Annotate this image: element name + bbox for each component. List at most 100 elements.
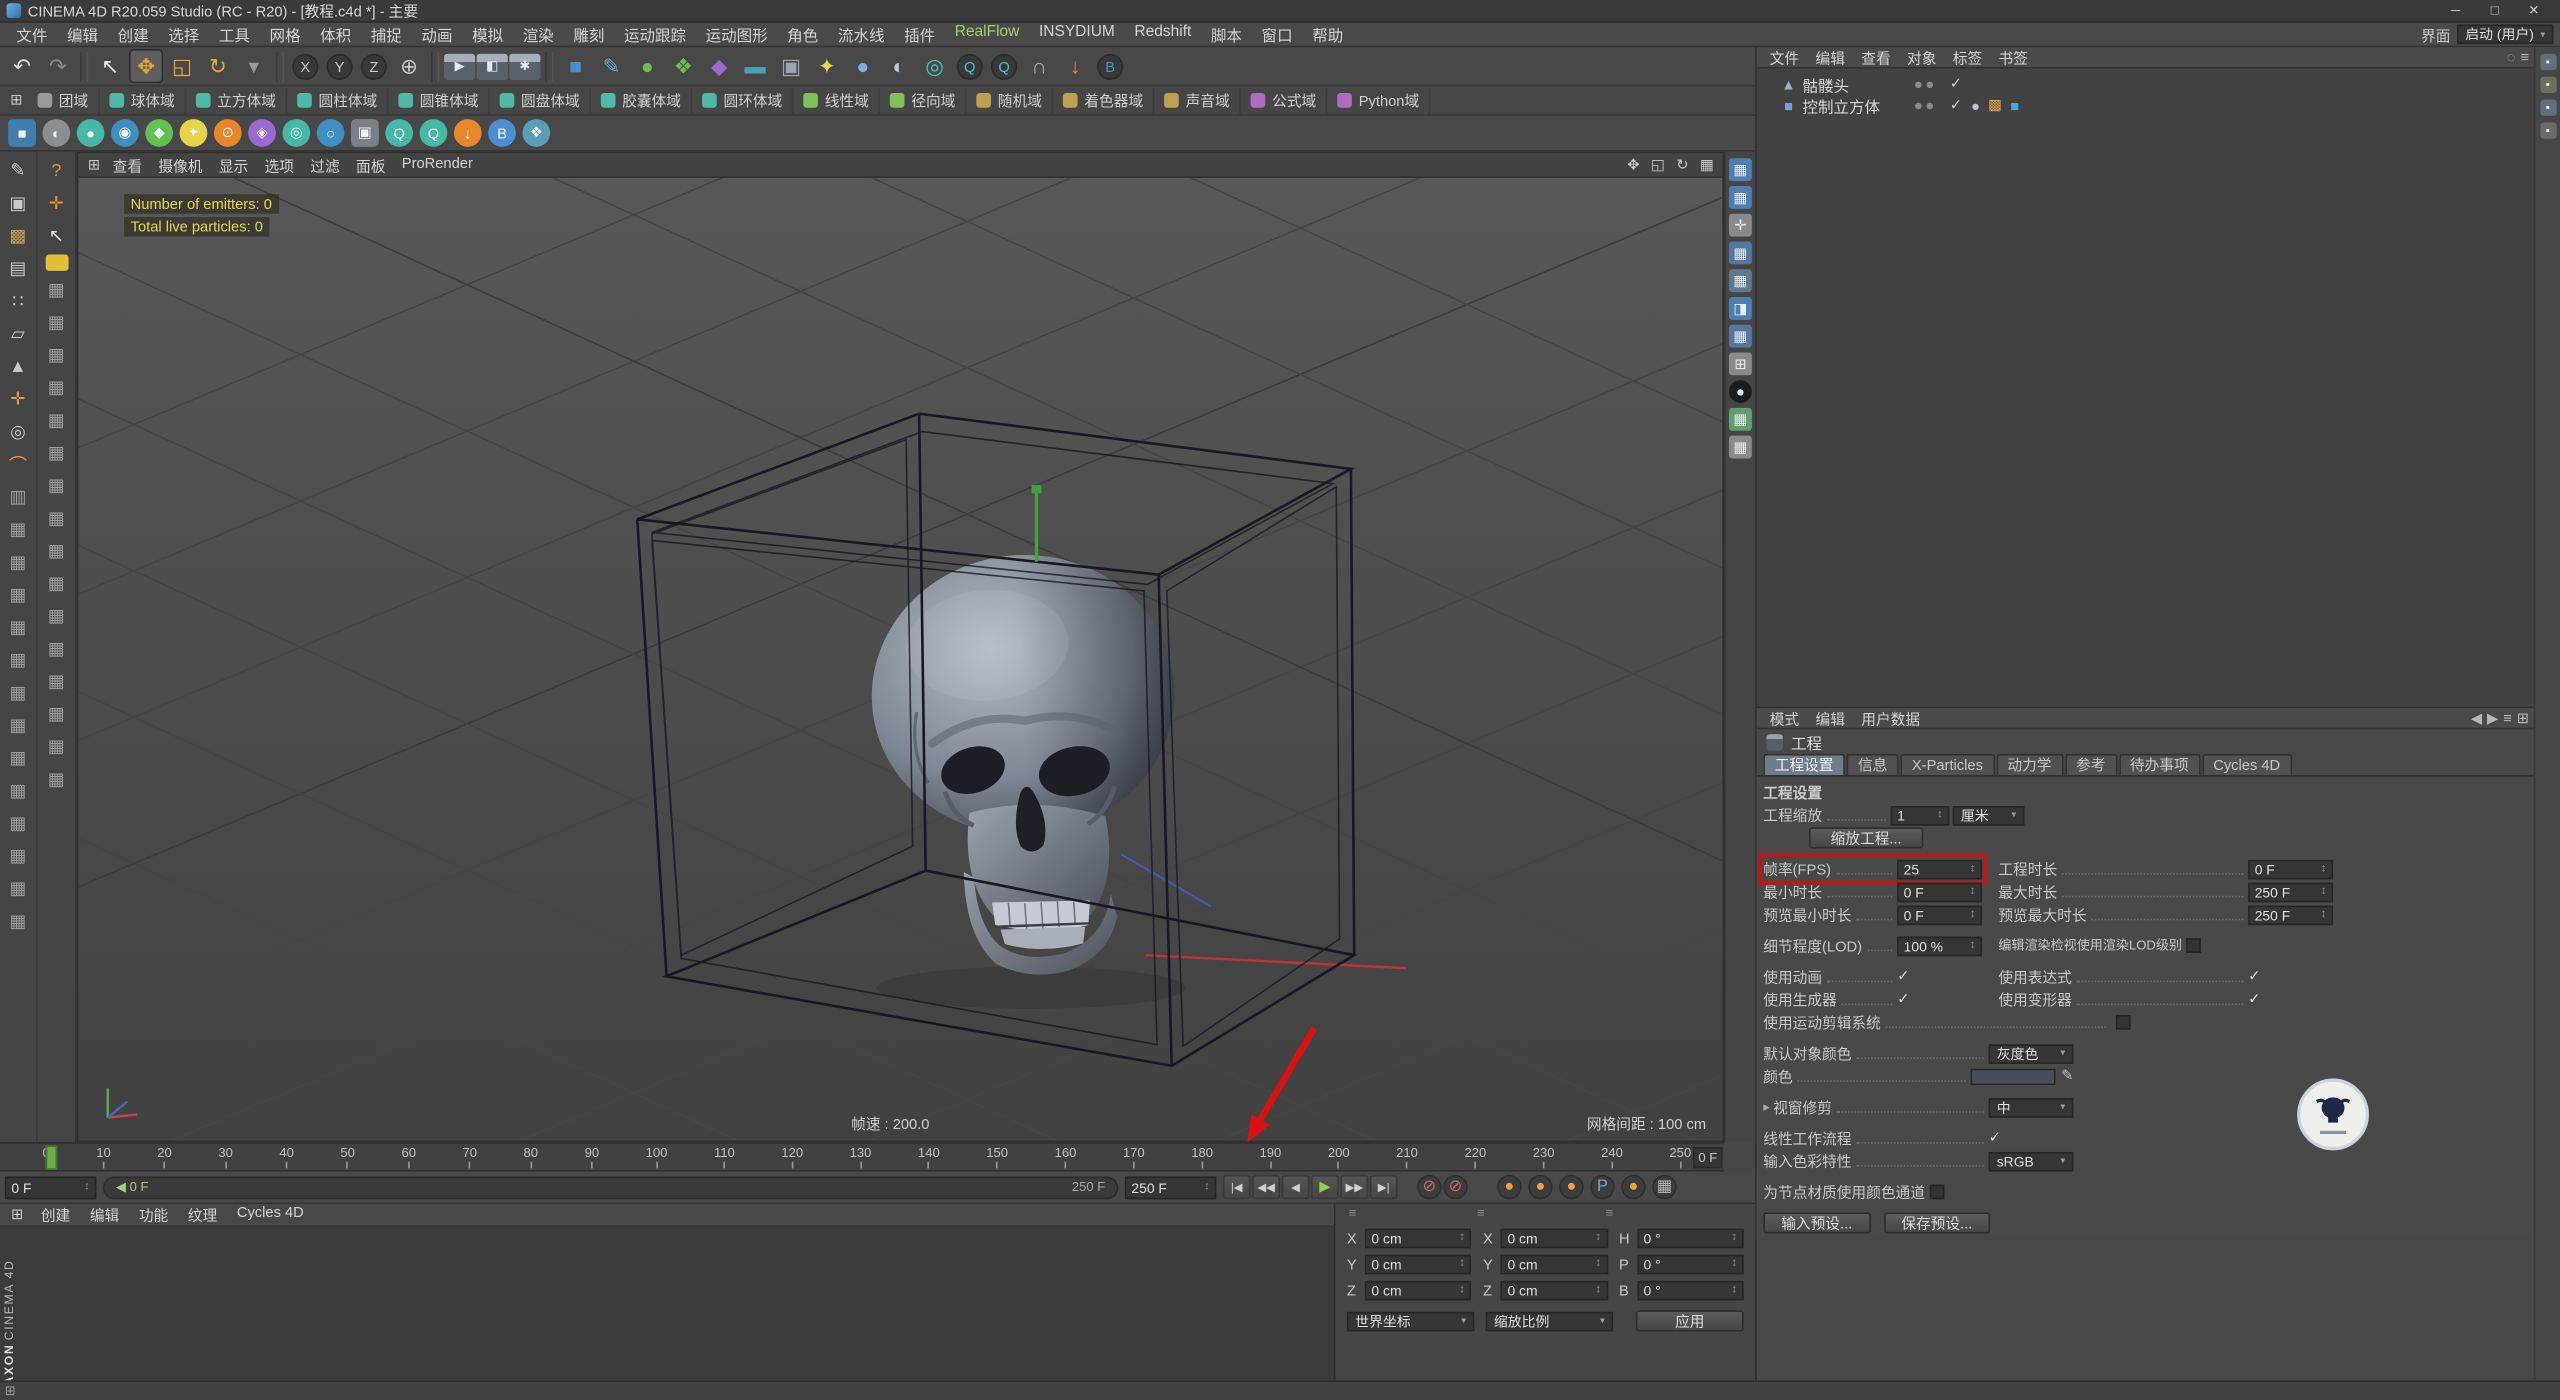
- rf-cache-icon[interactable]: ○: [317, 119, 345, 147]
- help-icon[interactable]: ?: [42, 157, 70, 185]
- field-linear[interactable]: 线性域: [794, 87, 881, 113]
- tab-dynamics[interactable]: 动力学: [1996, 754, 2063, 775]
- om-menu-objects[interactable]: 对象: [1899, 47, 1945, 68]
- palette-command-icon[interactable]: ▦: [42, 667, 70, 695]
- menu-file[interactable]: 文件: [7, 23, 58, 46]
- generator-array-icon[interactable]: ❖: [666, 49, 700, 83]
- viewport-menu-cameras[interactable]: 摄像机: [150, 154, 210, 175]
- move-tool-icon[interactable]: ✥: [129, 49, 163, 83]
- attr-back-icon[interactable]: ◀: [2471, 709, 2482, 727]
- coordinate-field[interactable]: 0 cm↕: [1365, 1254, 1472, 1274]
- rf-fill-object-icon[interactable]: ◐: [42, 119, 70, 147]
- range-start-marker[interactable]: ◀ 0 F: [116, 1180, 149, 1195]
- coordinate-field[interactable]: 0 °↕: [1637, 1228, 1744, 1248]
- default-object-color-select[interactable]: 灰度色▾: [1989, 1043, 2074, 1063]
- menu-render[interactable]: 渲染: [513, 23, 564, 46]
- viewport-clipping-select[interactable]: 中▾: [1989, 1097, 2074, 1117]
- visibility-dot[interactable]: [1915, 102, 1922, 109]
- volume-builder-icon[interactable]: ◆: [702, 49, 736, 83]
- docked-command-icon[interactable]: ◨: [1729, 297, 1752, 320]
- viewport-menu-options[interactable]: 选项: [256, 154, 302, 175]
- preview-min-field[interactable]: 0 F↕: [1897, 905, 1982, 925]
- tab-todo[interactable]: 待办事项: [2118, 754, 2200, 775]
- palette-command-icon[interactable]: ▦: [4, 581, 32, 609]
- om-filter-icon[interactable]: ≡: [2520, 49, 2529, 65]
- viewport-pan-icon[interactable]: ✥: [1623, 154, 1644, 175]
- timeline-ruler[interactable]: 0102030405060708090100110120130140150160…: [0, 1142, 1724, 1171]
- coordinate-field[interactable]: 0 cm↕: [1501, 1280, 1608, 1300]
- coordinate-system-select[interactable]: 世界坐标▾: [1347, 1311, 1474, 1331]
- load-preset-button[interactable]: 输入预设...: [1763, 1212, 1870, 1233]
- coord-panel-handle[interactable]: ≡: [1349, 1206, 1357, 1221]
- texture[interactable]: ▩: [1987, 97, 2003, 113]
- viewport-rotate-icon[interactable]: ↻: [1672, 154, 1693, 175]
- x-axis-lock-icon[interactable]: X: [292, 53, 318, 79]
- check[interactable]: ✓: [1948, 97, 1964, 113]
- goto-start-button[interactable]: |◀: [1223, 1175, 1251, 1199]
- selection-cursor-icon[interactable]: ↖: [42, 222, 70, 250]
- viewport-zoom-icon[interactable]: ◱: [1647, 154, 1668, 175]
- coordinate-field[interactable]: 0 cm↕: [1365, 1228, 1472, 1248]
- sky-icon[interactable]: ●: [846, 49, 880, 83]
- viewport-menu-display[interactable]: 显示: [211, 154, 257, 175]
- docked-command-icon[interactable]: ▦: [1729, 436, 1752, 459]
- om-search-icon[interactable]: ◌: [2507, 49, 2516, 65]
- dock-tab-icon[interactable]: ▪: [2540, 100, 2556, 116]
- rf-misc-icon[interactable]: ❖: [522, 119, 550, 147]
- stepper-icon[interactable]: ↕: [1970, 886, 1976, 897]
- stepper-icon[interactable]: ↕: [1970, 909, 1976, 920]
- xp[interactable]: ■: [2007, 97, 2023, 113]
- render-view-icon[interactable]: ▶: [444, 53, 475, 79]
- toolbar-divider[interactable]: [545, 51, 553, 80]
- palette-command-icon[interactable]: ▦: [42, 374, 70, 402]
- tab-project-settings[interactable]: 工程设置: [1763, 754, 1845, 775]
- stepper-icon[interactable]: ↕: [1595, 1284, 1601, 1295]
- palette-command-icon[interactable]: ▦: [42, 472, 70, 500]
- snap-magnet-icon[interactable]: ∩: [1022, 49, 1056, 83]
- color-swatch[interactable]: [1971, 1068, 2056, 1084]
- live-selection-icon[interactable]: ↖: [93, 49, 127, 83]
- rf-splash-icon[interactable]: ✦: [180, 119, 208, 147]
- polygons-mode-icon[interactable]: ▲: [4, 352, 32, 380]
- field-box[interactable]: 立方体域: [186, 87, 287, 113]
- y-axis-lock-icon[interactable]: Y: [327, 53, 353, 79]
- project-scale-field[interactable]: 1↕: [1891, 805, 1950, 825]
- field-cone[interactable]: 圆锥体域: [389, 87, 490, 113]
- stepper-icon[interactable]: ↕: [1731, 1258, 1737, 1269]
- viewport-canvas[interactable]: Number of emitters: 0Total live particle…: [78, 178, 1722, 1141]
- visibility-dot[interactable]: [1927, 81, 1934, 88]
- scale-project-button[interactable]: 缩放工程...: [1809, 827, 1923, 848]
- field-random[interactable]: 随机域: [967, 87, 1054, 113]
- spline-pen-icon[interactable]: ✎: [594, 49, 628, 83]
- record-scale-toggle[interactable]: ●: [1528, 1175, 1552, 1199]
- object-name[interactable]: 控制立方体: [1802, 94, 1900, 117]
- apply-button[interactable]: 应用: [1636, 1310, 1744, 1331]
- tab-x-particles[interactable]: X-Particles: [1900, 754, 1994, 775]
- enable-axis-icon[interactable]: ✛: [4, 385, 32, 413]
- palette-command-icon[interactable]: ▦: [4, 548, 32, 576]
- record-keyframes-button[interactable]: ⊘: [1417, 1175, 1441, 1199]
- bridge-icon[interactable]: B: [1097, 53, 1123, 79]
- toolbar-divider[interactable]: [276, 51, 284, 80]
- field-sphere[interactable]: 球体域: [100, 87, 187, 113]
- prev-key-button[interactable]: ◀◀: [1252, 1175, 1280, 1199]
- menu-redshift[interactable]: Redshift: [1125, 23, 1202, 46]
- docked-command-icon[interactable]: ⊞: [1729, 352, 1752, 375]
- menu-mesh[interactable]: 网格: [260, 23, 311, 46]
- prev-frame-button[interactable]: ◀: [1282, 1175, 1310, 1199]
- xp-browser-icon[interactable]: Q: [420, 119, 448, 147]
- snap-toggle-icon[interactable]: ⌒: [4, 450, 32, 478]
- attr-forward-icon[interactable]: ▶: [2487, 709, 2498, 727]
- panel-layout-icon[interactable]: ▦: [1652, 1175, 1676, 1199]
- field-disc[interactable]: 圆盘体域: [490, 87, 591, 113]
- z-axis-lock-icon[interactable]: Z: [361, 53, 387, 79]
- layout-select[interactable]: 启动 (用户)▾: [2457, 24, 2553, 44]
- dock-tab-icon[interactable]: ▪: [2540, 54, 2556, 70]
- preview-max-field[interactable]: 250 F↕: [2248, 905, 2333, 925]
- rf-liquid-particles-icon[interactable]: ●: [77, 119, 105, 147]
- frame-range-slider[interactable]: ◀ 0 F 250 F: [103, 1176, 1119, 1199]
- xp-system-icon[interactable]: Q: [957, 53, 983, 79]
- size-mode-select[interactable]: 缩放比例▾: [1486, 1311, 1613, 1331]
- palette-command-icon[interactable]: ▦: [42, 537, 70, 565]
- model-mode-icon[interactable]: ▣: [4, 189, 32, 217]
